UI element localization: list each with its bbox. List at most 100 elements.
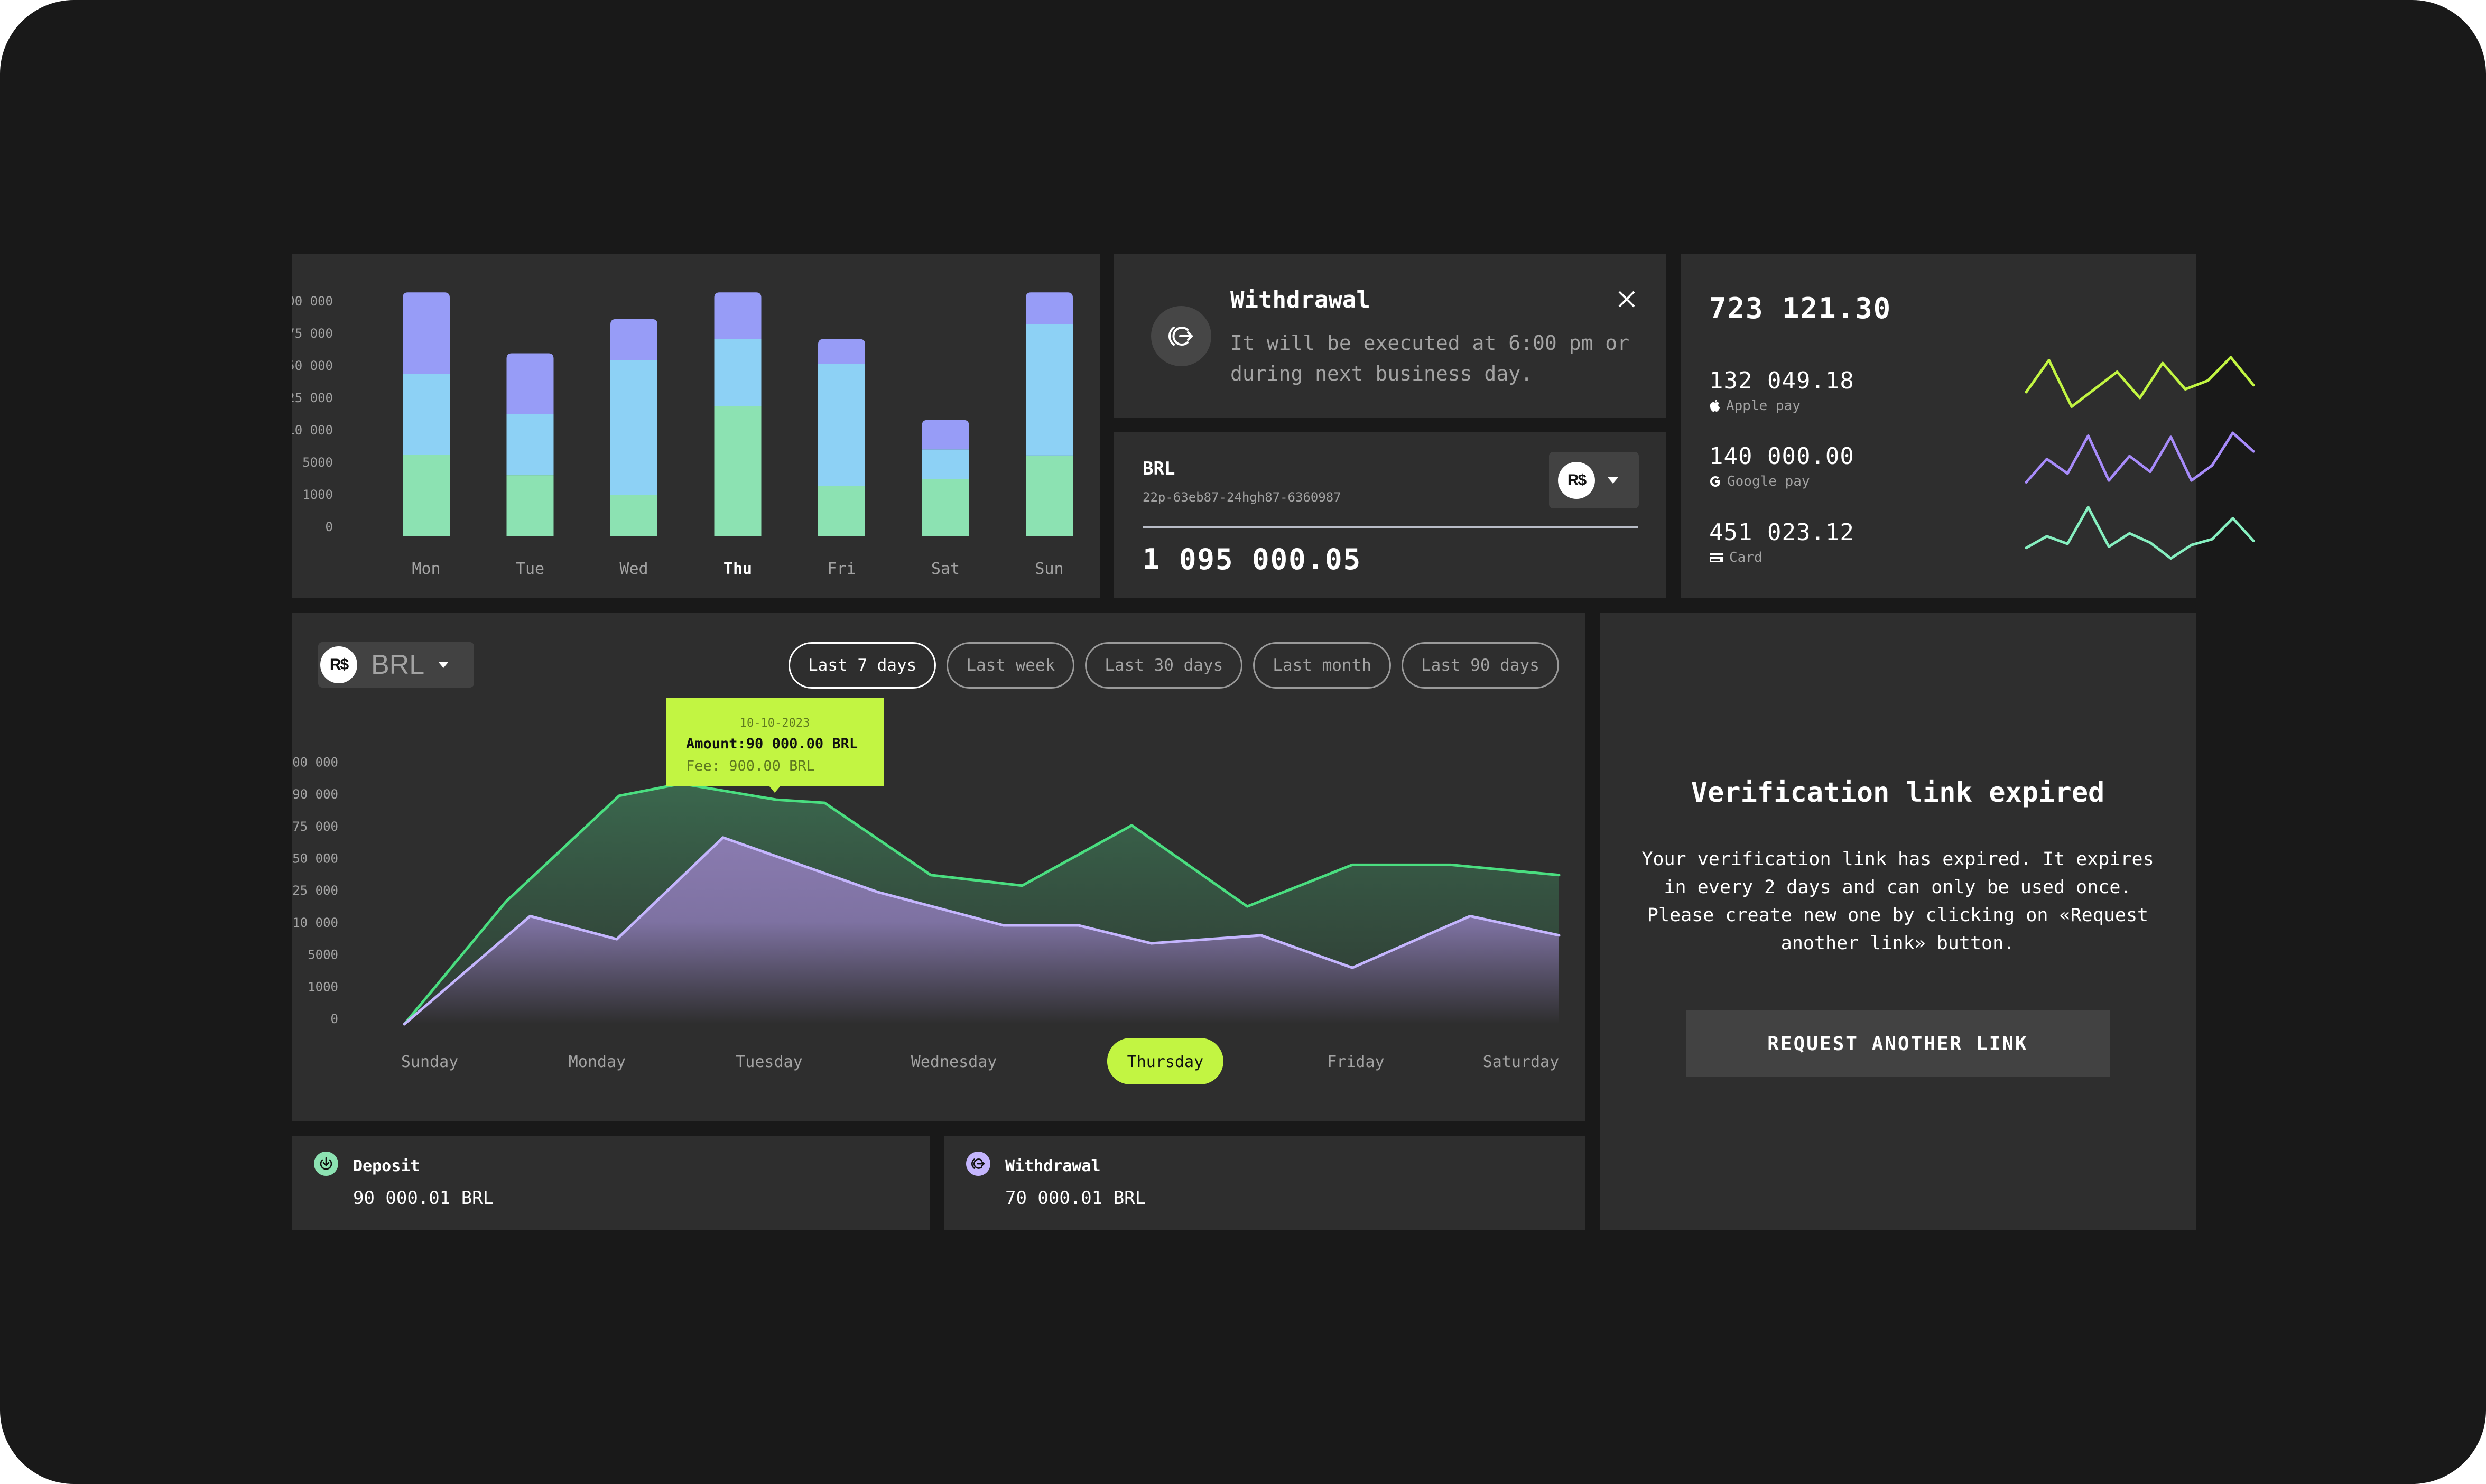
payment-methods-panel: 723 121.30 132 049.18 Apple pay 140 000.… — [1681, 254, 2255, 598]
bar-segment[interactable] — [506, 475, 554, 536]
close-icon[interactable] — [1616, 289, 1637, 310]
x-tick-label: Sat — [931, 560, 960, 578]
balance-card: BRL 22p-63eb87-24hgh87-6360987 R$ 1 095 … — [1114, 432, 1666, 598]
chart-currency-select[interactable]: R$ BRL — [318, 642, 474, 688]
x-tick-label: Sun — [1035, 560, 1063, 578]
balance-amount: 1 095 000.05 — [1143, 543, 1362, 576]
bar-segment[interactable] — [922, 420, 969, 450]
bar-segment[interactable] — [922, 449, 969, 479]
deposit-summary-card[interactable]: Deposit 90 000.01 BRL — [292, 1136, 930, 1230]
x-axis-day-label[interactable]: Tuesday — [736, 1053, 802, 1071]
range-last-week[interactable]: Last week — [947, 642, 1075, 689]
verification-message: Your verification link has expired. It e… — [1641, 849, 2154, 954]
card-sparkline — [2025, 506, 2255, 560]
bar-segment[interactable] — [403, 292, 450, 374]
y-tick-label: 75 000 — [292, 819, 338, 834]
brl-coin-icon: R$ — [1558, 461, 1595, 499]
y-tick-label: 1000 — [302, 487, 333, 502]
bar-segment[interactable] — [922, 479, 969, 536]
x-axis-day-label[interactable]: Saturday — [1483, 1053, 1560, 1071]
y-tick-label: 50 000 — [292, 358, 333, 373]
deposit-title: Deposit — [353, 1157, 420, 1175]
card-icon — [1710, 553, 1723, 562]
x-axis-day-label[interactable]: Thursday — [1127, 1053, 1204, 1071]
sparkline-path — [2025, 431, 2255, 484]
y-tick-label: 1000 — [308, 979, 338, 994]
currency-select[interactable]: R$ — [1549, 452, 1639, 508]
tooltip-amount: 90 000.00 BRL — [746, 736, 858, 752]
x-tick-label: Tue — [516, 560, 544, 578]
y-tick-label: 10 000 — [292, 423, 333, 438]
y-tick-label: 5000 — [308, 948, 338, 962]
withdrawal-icon — [966, 1152, 990, 1176]
bar-segment[interactable] — [610, 495, 657, 536]
y-tick-label: 5000 — [302, 455, 333, 470]
withdrawal-icon — [1151, 306, 1211, 366]
bar-segment[interactable] — [818, 364, 865, 486]
tooltip-amount-label: Amount: — [686, 736, 746, 752]
apple-pay-sparkline — [2025, 356, 2255, 408]
y-tick-label: 10 000 — [292, 915, 338, 930]
bar-segment[interactable] — [506, 414, 554, 476]
withdrawal-notice: Withdrawal It will be executed at 6:00 p… — [1114, 254, 1666, 418]
sparkline-path — [2025, 356, 2255, 408]
range-last-7-days[interactable]: Last 7 days — [789, 642, 936, 689]
payment-method-label: Apple pay — [1726, 398, 1801, 414]
bar-segment[interactable] — [610, 360, 657, 495]
tooltip-fee: 900.00 BRL — [729, 758, 815, 774]
bar-segment[interactable] — [818, 339, 865, 364]
withdrawal-summary-card[interactable]: Withdrawal 70 000.01 BRL — [944, 1136, 1585, 1230]
bar-segment[interactable] — [1026, 292, 1073, 324]
bar-segment[interactable] — [506, 353, 554, 414]
x-axis-day-label[interactable]: Friday — [1327, 1053, 1384, 1071]
notice-title: Withdrawal — [1230, 286, 1370, 313]
bar-segment[interactable] — [403, 373, 450, 455]
y-tick-label: 100 000 — [292, 294, 333, 309]
x-axis-day-label[interactable]: Wednesday — [911, 1053, 997, 1071]
balance-currency-code: BRL — [1143, 458, 1175, 479]
range-last-90-days[interactable]: Last 90 days — [1401, 642, 1559, 689]
divider — [1143, 526, 1638, 528]
y-tick-label: 75 000 — [292, 326, 333, 341]
range-last-30-days[interactable]: Last 30 days — [1085, 642, 1243, 689]
withdrawal-amount: 70 000.01 BRL — [1005, 1188, 1146, 1209]
payment-amount: 451 023.12 — [1709, 519, 1854, 546]
payments-total: 723 121.30 — [1709, 292, 1892, 325]
tooltip-pointer — [769, 786, 780, 793]
y-tick-label: 50 000 — [292, 851, 338, 866]
x-axis-day-label[interactable]: Sunday — [401, 1053, 458, 1071]
request-another-link-button[interactable]: REQUEST ANOTHER LINK — [1686, 1010, 2110, 1077]
deposit-icon — [314, 1152, 338, 1176]
verification-title: Verification link expired — [1691, 777, 2105, 809]
bar-segment[interactable] — [610, 319, 657, 360]
payment-method-label: Card — [1729, 550, 1763, 565]
chart-tooltip: 10-10-2023 Amount:90 000.00 BRL Fee: 900… — [666, 698, 884, 793]
deposit-amount: 90 000.01 BRL — [353, 1188, 494, 1209]
google-icon — [1710, 476, 1720, 487]
bar-segment[interactable] — [714, 292, 762, 339]
payment-method-label: Google pay — [1727, 474, 1810, 489]
y-tick-label: 25 000 — [292, 883, 338, 898]
tooltip-date: 10-10-2023 — [739, 717, 810, 730]
withdrawal-title: Withdrawal — [1005, 1157, 1101, 1175]
google-pay-sparkline — [2025, 431, 2255, 484]
y-tick-label: 90 000 — [292, 787, 338, 802]
caret-down-icon — [438, 662, 449, 668]
sparkline-path — [2025, 506, 2255, 560]
apple-icon — [1710, 400, 1720, 412]
x-axis-day-label[interactable]: Monday — [569, 1053, 626, 1071]
bar-segment[interactable] — [818, 486, 865, 536]
range-last-month[interactable]: Last month — [1253, 642, 1391, 689]
bar-segment[interactable] — [403, 455, 450, 536]
bar-segment[interactable] — [1026, 455, 1073, 536]
account-id: 22p-63eb87-24hgh87-6360987 — [1143, 490, 1341, 505]
payment-method-row: 451 023.12 Card — [1709, 506, 2255, 582]
weekly-bar-chart: 0 1000 5000 10 000 25 000 50 000 75 000 100 000… — [292, 292, 1073, 578]
bar-segment[interactable] — [714, 339, 762, 406]
payment-amount: 140 000.00 — [1709, 443, 1854, 470]
bar-segment[interactable] — [1026, 324, 1073, 456]
bar-segment[interactable] — [714, 406, 762, 536]
y-tick-label: 0 — [326, 520, 333, 534]
y-tick-label: 100 000 — [292, 755, 338, 769]
x-tick-label: Wed — [619, 560, 648, 578]
